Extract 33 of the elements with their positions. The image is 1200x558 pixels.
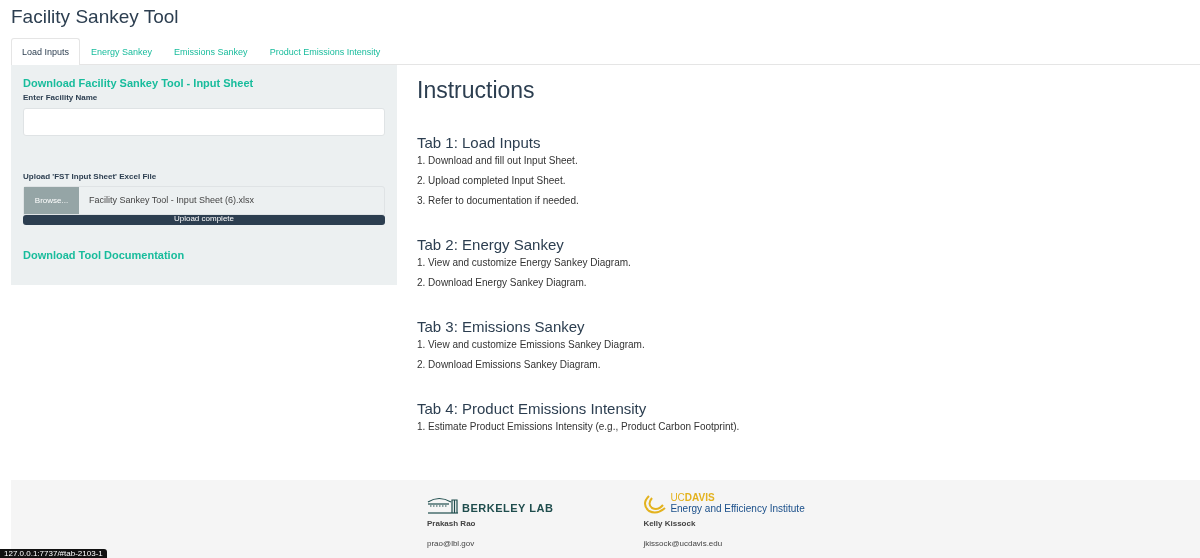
instruction-step: 2. Download Emissions Sankey Diagram. xyxy=(417,359,740,370)
logo-subtitle: Energy and Efficiency Institute xyxy=(670,503,805,514)
status-url: 127.0.0.1:7737/#tab-2103-1 xyxy=(0,549,107,558)
ring-logo-icon xyxy=(643,492,668,514)
app-title: Facility Sankey Tool xyxy=(11,6,180,29)
instruction-step: 2. Upload completed Input Sheet. xyxy=(417,175,740,186)
download-link[interactable]: Download Facility Sankey Tool - Input Sheet xyxy=(23,77,385,89)
contact-email: prao@lbl.gov xyxy=(427,539,476,548)
tab[interactable]: Emissions Sankey xyxy=(163,38,259,64)
instruction-step: 1. View and customize Emissions Sankey Diagram. xyxy=(417,339,740,350)
instructions-heading: Instructions xyxy=(417,77,536,104)
instruction-step: 1. Download and fill out Input Sheet. xyxy=(417,155,740,166)
section-heading: Tab 1: Load Inputs xyxy=(417,134,542,151)
tab[interactable]: Product Emissions Intensity xyxy=(258,38,392,64)
logo-text: BERKELEY LAB xyxy=(462,502,554,514)
logo-text: UCDAVIS xyxy=(670,492,716,503)
instruction-step: 1. View and customize Energy Sankey Diagram. xyxy=(417,257,740,268)
instruction-step: 3. Refer to documentation if needed. xyxy=(417,195,740,206)
section-heading: Tab 2: Energy Sankey xyxy=(417,236,565,253)
tab[interactable]: Load Inputs xyxy=(11,38,81,65)
tab[interactable]: Energy Sankey xyxy=(80,38,164,64)
contact-name: Kelly Kissock xyxy=(643,519,697,528)
contact-email: jkissock@ucdavis.edu xyxy=(643,539,724,548)
documentation-link[interactable]: Download Tool Documentation xyxy=(23,249,385,261)
field-label: Enter Facility Name xyxy=(23,93,99,102)
instruction-step: 2. Download Energy Sankey Diagram. xyxy=(417,277,740,288)
section-heading: Tab 4: Product Emissions Intensity xyxy=(417,400,648,417)
progress-text: Upload complete xyxy=(172,215,235,224)
contact-name: Prakash Rao xyxy=(427,519,477,528)
instruction-step: 1. Estimate Product Emissions Intensity (e.g., Product Carbon Footprint). xyxy=(417,421,740,432)
section-heading: Tab 3: Emissions Sankey xyxy=(417,318,586,335)
facility-name-field[interactable] xyxy=(23,108,385,136)
field-label: Upload 'FST Input Sheet' Excel File xyxy=(23,172,158,181)
